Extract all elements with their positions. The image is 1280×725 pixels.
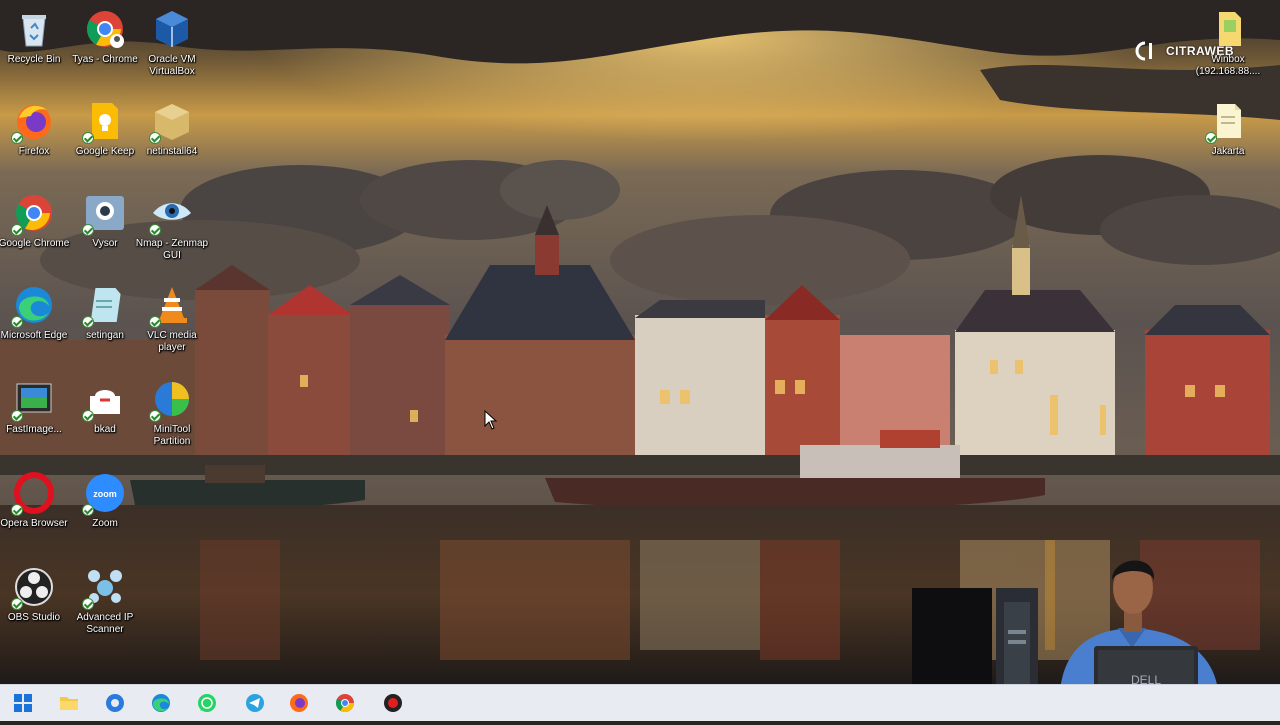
desktop-icon-label: VLC media player [147, 330, 197, 353]
desktop-icon-label: netinstall64 [146, 146, 198, 157]
desktop-icon-label: MiniTool Partition [153, 424, 191, 447]
desktop-icon-label: Advanced IP Scanner [76, 612, 134, 635]
svg-text:zoom: zoom [93, 489, 117, 499]
chrome-icon [86, 11, 124, 48]
desktop-icon-fastimage[interactable]: FastImage... [2, 374, 66, 462]
desktop-icon-setingan[interactable]: setingan [73, 280, 137, 368]
firefox-icon [290, 694, 308, 712]
desktop-icon-google-chrome[interactable]: Google Chrome [0, 188, 69, 276]
winbox-folder-icon [1219, 12, 1241, 46]
start-icon [14, 694, 32, 712]
desktop-icon-zenmap[interactable]: Nmap - Zenmap GUI [136, 188, 208, 276]
file-explorer-icon [60, 697, 78, 710]
mouse-cursor-icon [484, 410, 498, 430]
taskbar-recorder[interactable] [378, 689, 408, 717]
desktop-icon-bkad[interactable]: bkad [73, 374, 137, 462]
telegram-icon [246, 694, 264, 712]
desktop-icon-jakarta[interactable]: Jakarta [1196, 96, 1260, 184]
recycle-bin-icon [22, 15, 46, 47]
taskbar-edge-copilot[interactable] [100, 689, 130, 717]
desktop-icon-label: FastImage... [6, 424, 62, 435]
desktop-icon-label: bkad [94, 424, 116, 435]
taskbar-chrome[interactable] [330, 689, 360, 717]
desktop-icon-label: Winbox (192.168.88.... [1195, 54, 1261, 77]
desktop-icon-microsoft-edge[interactable]: Microsoft Edge [1, 280, 67, 368]
edge-icon [152, 694, 170, 712]
desktop-icon-label: Google Keep [75, 146, 135, 157]
desktop-icon-label: Zoom [92, 518, 118, 529]
taskbar [0, 684, 1280, 721]
desktop-icon-virtualbox[interactable]: Oracle VM VirtualBox [140, 4, 204, 92]
desktop-icon-label: Tyas - Chrome [72, 54, 138, 65]
desktop-icon-firefox[interactable]: Firefox [2, 96, 66, 184]
desktop-icon-advanced-ip-scanner[interactable]: Advanced IP Scanner [73, 562, 137, 650]
desktop-icon-tyas-chrome[interactable]: Tyas - Chrome [72, 4, 138, 92]
taskbar-telegram[interactable] [240, 689, 270, 717]
taskbar-edge[interactable] [146, 689, 176, 717]
record-icon [384, 694, 402, 712]
desktop-icon-netinstall64[interactable]: netinstall64 [140, 96, 204, 184]
desktop-icon-obs[interactable]: OBS Studio [2, 562, 66, 650]
desktop-icon-label: Jakarta [1211, 146, 1245, 157]
taskbar-start-button[interactable] [8, 689, 38, 717]
desktop-icon-label: Vysor [92, 238, 118, 249]
desktop-icon-label: setingan [86, 330, 124, 341]
taskbar-firefox[interactable] [284, 689, 314, 717]
taskbar-file-explorer[interactable] [54, 689, 84, 717]
desktop-icon-label: Oracle VM VirtualBox [148, 54, 196, 77]
desktop-icon-recycle-bin[interactable]: Recycle Bin [2, 4, 66, 92]
chrome-icon [335, 694, 354, 713]
virtualbox-icon [156, 11, 188, 47]
desktop-icon-minitool[interactable]: MiniTool Partition [140, 374, 204, 462]
desktop-icon-label: Nmap - Zenmap GUI [135, 238, 209, 261]
desktop-icon-label: Opera Browser [0, 518, 68, 529]
citraweb-logo-icon [1135, 41, 1152, 61]
desktop-icon-opera[interactable]: Opera Browser [0, 468, 68, 556]
desktop-icon-vysor[interactable]: Vysor [73, 188, 137, 276]
desktop-icon-label: Google Chrome [0, 238, 70, 249]
desktop-icon-winbox[interactable]: Winbox (192.168.88.... [1196, 4, 1260, 92]
desktop-icon-label: Microsoft Edge [0, 330, 68, 341]
desktop-icon-google-keep[interactable]: Google Keep [73, 96, 137, 184]
edge-copilot-icon [106, 694, 124, 712]
desktop-icon-label: OBS Studio [7, 612, 61, 623]
desktop-icon-label: Firefox [18, 146, 50, 157]
whatsapp-icon [198, 694, 216, 712]
desktop-icon-label: Recycle Bin [7, 54, 61, 65]
desktop-icon-vlc[interactable]: VLC media player [140, 280, 204, 368]
desktop-icon-zoom[interactable]: zoom Zoom [73, 468, 137, 556]
taskbar-whatsapp[interactable] [192, 689, 222, 717]
